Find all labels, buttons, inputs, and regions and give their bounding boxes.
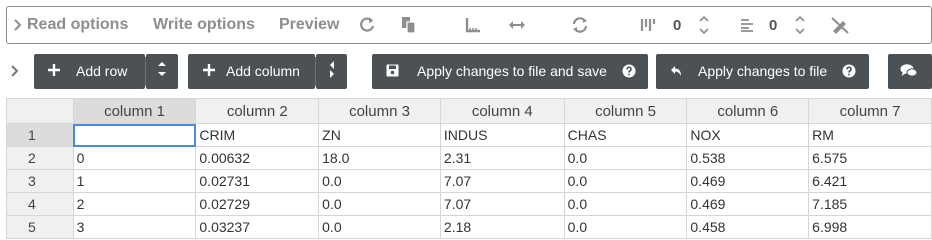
add-column-label: Add column xyxy=(226,63,300,79)
table-cell[interactable]: 6.575 xyxy=(808,146,932,170)
column-header[interactable]: column 3 xyxy=(318,98,441,124)
table-cell[interactable]: 0.0 xyxy=(563,192,688,216)
table-cell[interactable]: 2.18 xyxy=(439,215,565,239)
table-row: 1 CRIM ZN INDUS CHAS NOX RM xyxy=(6,123,932,147)
table-cell[interactable]: 0.0 xyxy=(318,215,441,239)
table-cell[interactable]: 0.0 xyxy=(563,169,688,193)
add-column-button[interactable]: Add column xyxy=(188,54,315,89)
table-cell[interactable]: NOX xyxy=(686,123,810,147)
add-column-options-button[interactable] xyxy=(316,54,347,89)
apply-changes-label: Apply changes to file xyxy=(698,63,828,79)
table-cell[interactable]: 0.00632 xyxy=(195,146,320,170)
row-header[interactable]: 1 xyxy=(6,123,74,147)
table-cell[interactable]: CRIM xyxy=(195,123,320,147)
column-header[interactable]: column 7 xyxy=(808,98,932,124)
table-cell[interactable]: 0 xyxy=(72,146,197,170)
table-cell[interactable]: ZN xyxy=(318,123,441,147)
plus-icon xyxy=(202,63,216,80)
copy-icon[interactable] xyxy=(400,7,418,43)
add-row-label: Add row xyxy=(76,63,128,79)
help-icon[interactable] xyxy=(842,64,856,81)
sort-arrows-icon xyxy=(157,59,167,84)
row-header[interactable]: 3 xyxy=(6,169,74,193)
column-header[interactable]: column 2 xyxy=(195,98,320,124)
add-row-button[interactable]: Add row xyxy=(34,54,145,89)
plus-icon xyxy=(47,63,61,80)
comments-button[interactable] xyxy=(888,54,932,89)
chevron-right-icon[interactable] xyxy=(11,7,25,43)
table-cell[interactable] xyxy=(72,123,197,147)
column-header[interactable]: column 6 xyxy=(686,98,810,124)
table-cell[interactable]: 6.421 xyxy=(808,169,932,193)
read-options-link[interactable]: Read options xyxy=(27,7,128,43)
no-draw-icon[interactable] xyxy=(829,7,851,43)
options-toolbar: Read options Write options Preview 0 0 xyxy=(6,6,932,44)
table-cell[interactable]: 0.458 xyxy=(686,215,810,239)
apply-and-save-label: Apply changes to file and save xyxy=(417,63,607,79)
preview-link[interactable]: Preview xyxy=(279,7,339,43)
table-cell[interactable]: 18.0 xyxy=(318,146,441,170)
table-cell[interactable]: 0.0 xyxy=(318,169,441,193)
row-header[interactable]: 4 xyxy=(6,192,74,216)
row-header[interactable]: 2 xyxy=(6,146,74,170)
column-header[interactable]: column 5 xyxy=(563,98,688,124)
column-header[interactable]: column 4 xyxy=(439,98,565,124)
table-cell[interactable]: 2.31 xyxy=(439,146,565,170)
table-cell[interactable]: 0.02731 xyxy=(195,169,320,193)
table-row: 3 1 0.02731 0.0 7.07 0.0 0.469 6.421 xyxy=(6,169,932,193)
table-cell[interactable]: 0.03237 xyxy=(195,215,320,239)
table-cell[interactable]: 6.998 xyxy=(808,215,932,239)
column-count-value[interactable]: 0 xyxy=(673,7,681,43)
table-row: 5 3 0.03237 0.0 2.18 0.0 0.458 6.998 xyxy=(6,215,932,239)
table-cell[interactable]: 0.0 xyxy=(563,215,688,239)
table-cell[interactable]: 0.0 xyxy=(563,146,688,170)
table-cell[interactable]: 1 xyxy=(72,169,197,193)
table-cell[interactable]: CHAS xyxy=(563,123,688,147)
ruler-icon[interactable] xyxy=(463,7,483,43)
save-icon xyxy=(386,64,399,80)
add-row-options-button[interactable] xyxy=(146,54,178,89)
apply-and-save-button[interactable]: Apply changes to file and save xyxy=(372,54,648,89)
left-right-arrows-icon xyxy=(327,58,337,85)
table-cell[interactable]: 7.07 xyxy=(439,192,565,216)
sync-icon[interactable] xyxy=(570,7,590,43)
column-bars-icon xyxy=(639,7,657,43)
column-count-stepper[interactable] xyxy=(697,7,711,43)
table-cell[interactable]: 7.185 xyxy=(808,192,932,216)
table-cell[interactable]: RM xyxy=(808,123,932,147)
column-header[interactable]: column 1 xyxy=(72,98,197,124)
comments-icon xyxy=(900,63,918,82)
table-cell[interactable]: 0.469 xyxy=(686,169,810,193)
table-cell[interactable]: 0.469 xyxy=(686,192,810,216)
row-count-stepper[interactable] xyxy=(793,7,807,43)
refresh-icon[interactable] xyxy=(357,7,377,43)
undo-icon xyxy=(669,64,683,81)
table-cell[interactable]: 0.0 xyxy=(318,192,441,216)
write-options-link[interactable]: Write options xyxy=(153,7,255,43)
table-cell[interactable]: INDUS xyxy=(439,123,565,147)
row-header[interactable]: 5 xyxy=(6,215,74,239)
expand-chevron-icon[interactable] xyxy=(6,58,24,84)
table-cell[interactable]: 0.02729 xyxy=(195,192,320,216)
data-grid: column 1 column 2 column 3 column 4 colu… xyxy=(6,98,932,240)
resize-arrows-icon[interactable] xyxy=(507,7,527,43)
row-count-value[interactable]: 0 xyxy=(769,7,777,43)
grid-corner[interactable] xyxy=(6,98,74,124)
table-row: 2 0 0.00632 18.0 2.31 0.0 0.538 6.575 xyxy=(6,146,932,170)
rows-lines-icon xyxy=(739,7,755,43)
table-cell[interactable]: 0.538 xyxy=(686,146,810,170)
help-icon[interactable] xyxy=(622,64,636,81)
table-cell[interactable]: 2 xyxy=(72,192,197,216)
table-cell[interactable]: 7.07 xyxy=(439,169,565,193)
apply-changes-button[interactable]: Apply changes to file xyxy=(656,54,869,89)
table-row: 4 2 0.02729 0.0 7.07 0.0 0.469 7.185 xyxy=(6,192,932,216)
table-cell[interactable]: 3 xyxy=(72,215,197,239)
